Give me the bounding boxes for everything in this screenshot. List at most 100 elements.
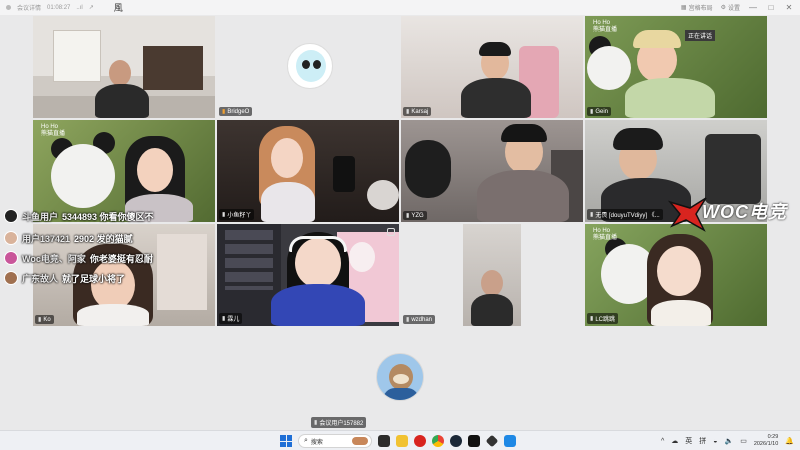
input-method[interactable]: 拼 (699, 436, 706, 446)
chat-message: 用户137421 2902 发的猫腻 (4, 231, 133, 245)
participant-name-tag: ▮ LC跳跳 (587, 313, 618, 324)
task-view-icon[interactable] (378, 435, 390, 447)
video-tile[interactable]: ▮ 会议用户157882 (309, 328, 491, 430)
settings-label: 设置 (727, 6, 740, 12)
video-tile[interactable]: ▮ Karsaj (401, 16, 583, 118)
chat-text: 2902 发的猫腻 (74, 233, 133, 244)
meeting-status-icon (6, 5, 11, 10)
search-placeholder: 搜索 (310, 439, 323, 446)
volume-icon[interactable]: 🔈 (724, 437, 733, 445)
participant-name-tag: ▮ Gein (587, 107, 611, 116)
speaking-indicator: 正在讲话 (685, 30, 716, 41)
windows-start-icon[interactable] (280, 435, 292, 447)
close-button[interactable]: ✕ (784, 3, 794, 12)
mic-muted-icon: ▮ (222, 109, 226, 115)
clock-time: 0:29 (767, 434, 779, 440)
participant-head (109, 60, 131, 86)
video-tile[interactable] (33, 16, 215, 118)
participant-body (271, 284, 365, 326)
video-tile[interactable]: ▮ wzdhan (401, 224, 583, 326)
participant-name-tag: ▮ 霖儿 (219, 313, 243, 324)
participant-body (461, 78, 531, 118)
meeting-details-label[interactable]: 会议详情 (17, 3, 41, 12)
system-clock[interactable]: 0:29 2026/1/10 (754, 434, 778, 448)
chat-user: 广东故人 (22, 273, 59, 284)
chat-user: 用户137421 (22, 233, 71, 244)
file-explorer-icon[interactable] (396, 435, 408, 447)
participant-body (651, 300, 711, 326)
avatar (376, 353, 424, 401)
avatar (4, 209, 18, 223)
participant-body (95, 84, 149, 118)
participant-head (271, 138, 303, 178)
clock-date: 2026/1/10 (753, 441, 779, 447)
title-bar: 会议详情 01:08:27 ..ıl ↗ 風 ▦ 宫格布局 ⚙ 设置 — □ ✕ (0, 0, 800, 15)
participant-body (471, 294, 513, 326)
participant-body (625, 78, 715, 118)
participant-name-tag: ▮ Ko (35, 315, 54, 324)
stream-brand-watermark: Ho Ho 熊猫直播 (41, 124, 66, 137)
participant-name-tag: ▮ YZG (403, 211, 427, 220)
chat-user: Woc电竞、阿家 (22, 253, 86, 264)
video-tile[interactable]: ▮ 小鱼籽丫 (217, 120, 399, 222)
meeting-app-icon[interactable] (504, 435, 516, 447)
maximize-button[interactable]: □ (766, 3, 776, 12)
stream-brand-watermark: Ho Ho 熊猫直播 (593, 20, 618, 33)
video-tile[interactable]: ▮ YZG (401, 120, 583, 222)
avatar (4, 231, 18, 245)
network-icon[interactable]: ◒ (713, 438, 717, 445)
search-icon: ⌕ (304, 437, 308, 444)
layout-label: 宫格布局 (688, 6, 713, 12)
mic-icon: ▮ (406, 213, 410, 219)
app-diamond-icon[interactable] (485, 434, 499, 448)
minimize-button[interactable]: — (748, 3, 758, 12)
taskbar-search[interactable]: ⌕ 搜索 (298, 434, 372, 448)
participant-name-tag: ▮ 会议用户157882 (311, 417, 367, 428)
chat-text: 你老婆挺有忍耐 (89, 253, 153, 264)
chat-message: 广东故人 就了足球小将了 (4, 271, 125, 285)
share-icon[interactable]: ↗ (89, 4, 94, 11)
participant-head (481, 270, 503, 296)
mic-icon: ▮ (590, 212, 594, 218)
notification-bell-icon[interactable]: 🔔 (785, 437, 794, 445)
search-highlight-icon (352, 437, 368, 445)
expand-icon[interactable] (387, 228, 395, 236)
video-tile[interactable]: ▮ BridgeO (217, 16, 399, 118)
avatar (4, 271, 18, 285)
participant-name-tag: ▮ Karsaj (403, 107, 432, 116)
participant-name-tag: ▮ wzdhan (403, 315, 435, 324)
stream-brand-watermark: Ho Ho 熊猫直播 (593, 228, 618, 241)
battery-icon[interactable]: ▭ (740, 437, 747, 445)
mic-icon: ▮ (590, 109, 594, 115)
app-glyph: 風 (113, 3, 123, 13)
netease-music-icon[interactable] (414, 435, 426, 447)
input-language[interactable]: 英 (685, 436, 692, 446)
mic-icon: ▮ (406, 317, 410, 323)
participant-name-tag: ▮ 小鱼籽丫 (219, 209, 255, 220)
tray-overflow-icon[interactable]: ^ (661, 438, 664, 445)
mic-icon: ▮ (314, 420, 318, 426)
signal-icon: ..ıl (76, 4, 83, 11)
avatar (4, 251, 18, 265)
video-tile[interactable]: ▮ 霖儿 (217, 224, 399, 326)
cloud-icon[interactable]: ☁ (671, 437, 678, 445)
chat-message: Woc电竞、阿家 你老婆挺有忍耐 (4, 251, 153, 265)
participant-name-tag: ▮ BridgeO (219, 107, 253, 116)
chat-message: 斗鱼用户 5344893 你看你傻区不 (4, 209, 154, 223)
mic-icon: ▮ (406, 109, 410, 115)
mic-icon: ▮ (38, 317, 42, 323)
steam-icon[interactable] (450, 435, 462, 447)
video-tile[interactable]: Ho Ho 熊猫直播 (33, 120, 215, 222)
chrome-icon[interactable] (432, 435, 444, 447)
avatar (287, 43, 333, 89)
participant-name-tag: ▮ 无畏 [douyuTVdiyy] 《... (587, 209, 663, 220)
participant-body (261, 182, 315, 222)
settings-button[interactable]: ⚙ 设置 (721, 3, 740, 12)
participant-body (477, 170, 569, 222)
layout-button[interactable]: ▦ 宫格布局 (681, 3, 713, 12)
video-tile[interactable]: Ho Ho 熊猫直播 正在讲话 ▮ Gein (585, 16, 767, 118)
chat-text: 5344893 你看你傻区不 (62, 211, 154, 222)
participant-body (77, 304, 149, 326)
app-z-icon[interactable] (468, 435, 480, 447)
chat-text: 就了足球小将了 (62, 273, 126, 284)
